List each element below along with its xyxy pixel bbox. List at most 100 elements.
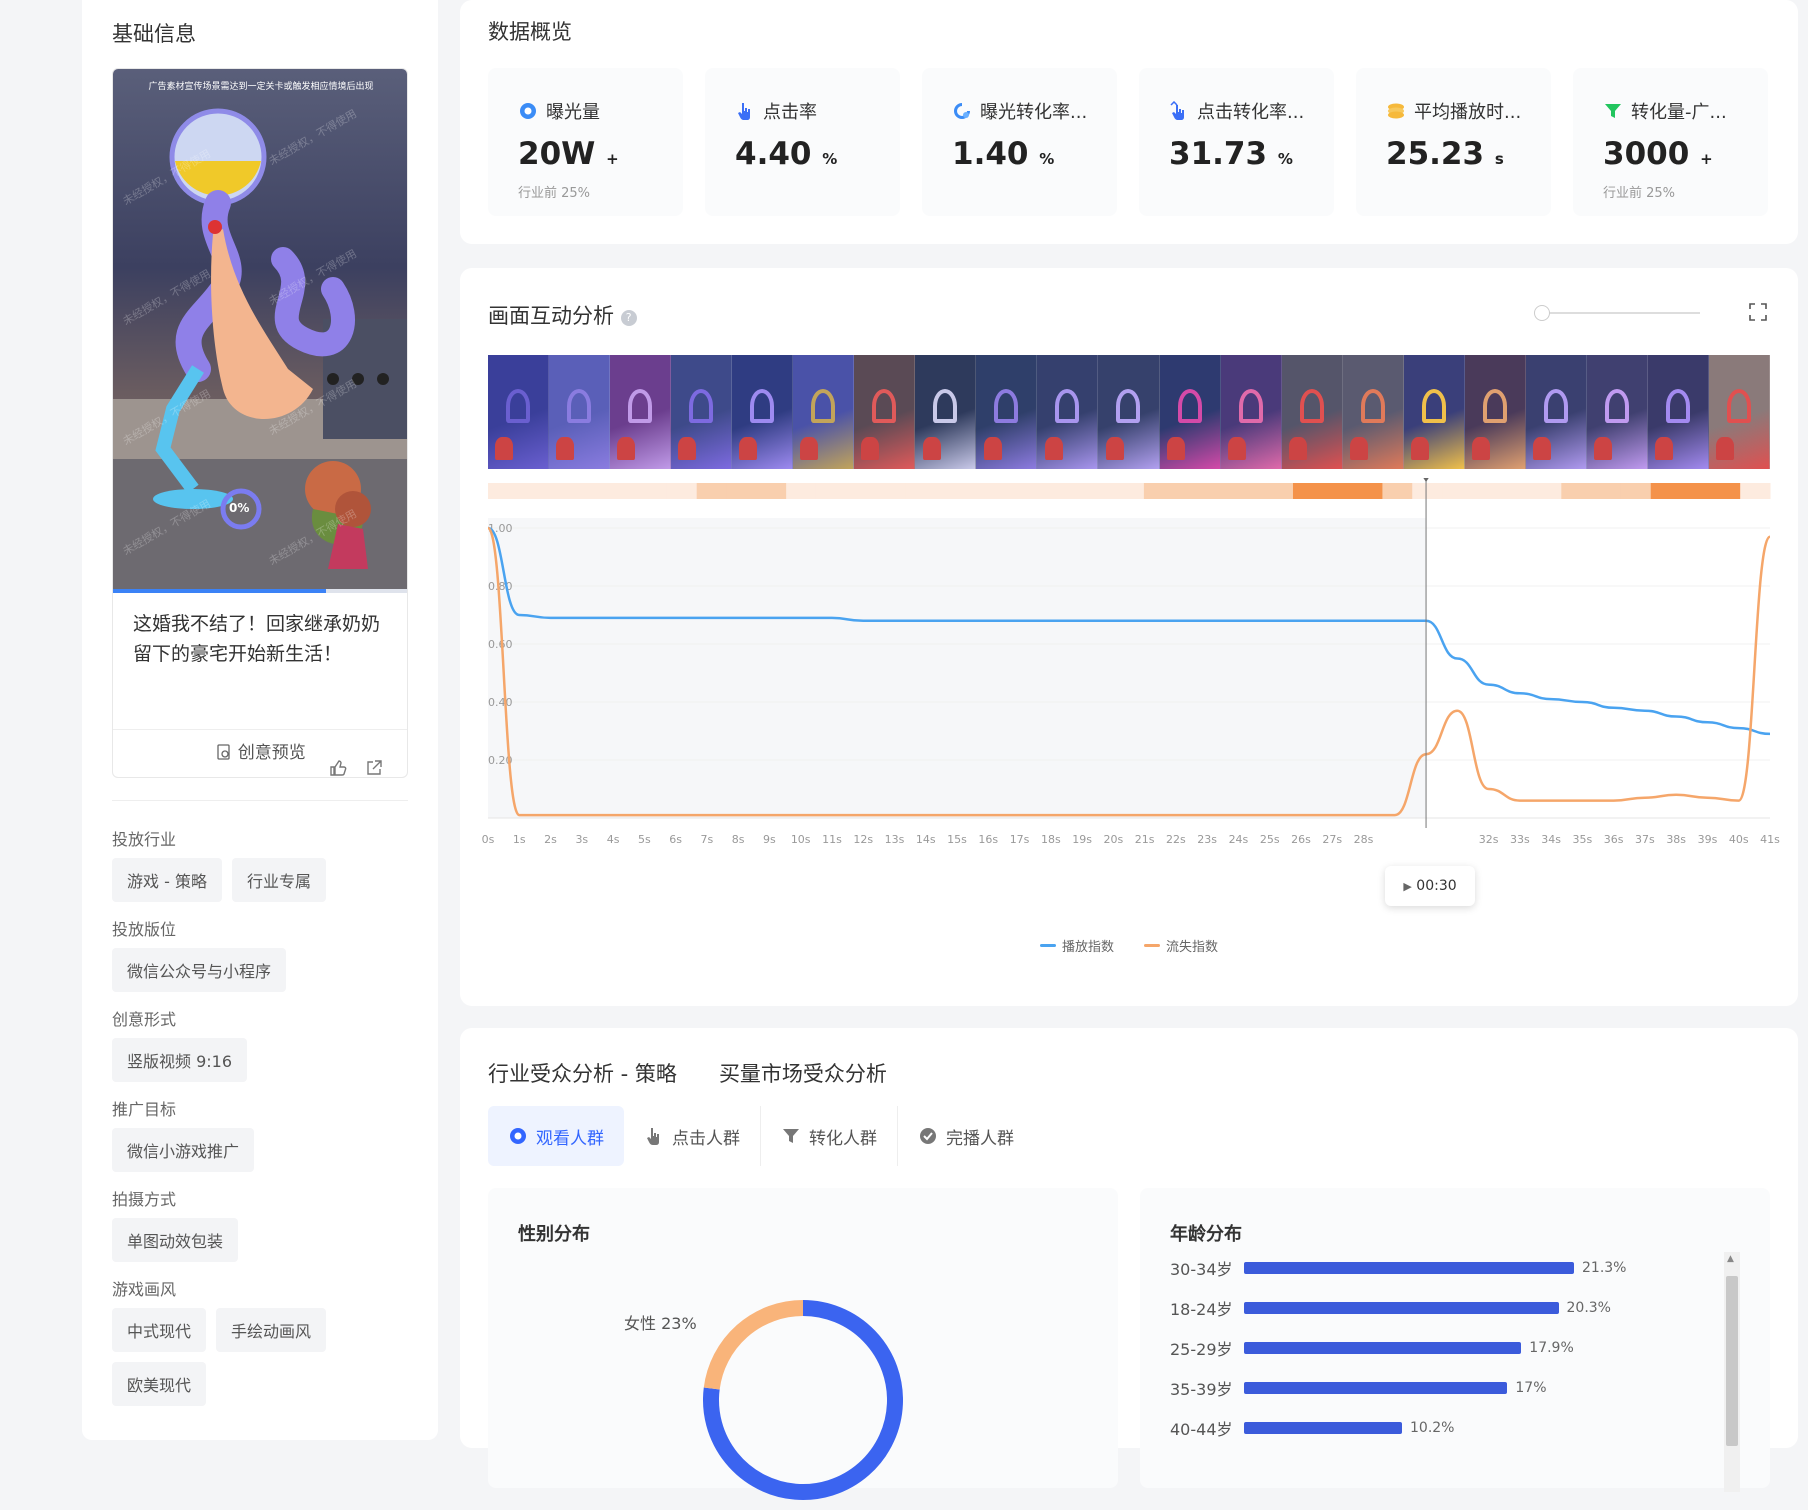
heat-strip-cell[interactable] xyxy=(1561,483,1592,499)
heat-strip-cell[interactable] xyxy=(994,483,1026,499)
video-frame[interactable] xyxy=(793,355,855,469)
video-frame[interactable] xyxy=(1403,355,1465,469)
video-frame-strip[interactable] xyxy=(488,355,1770,469)
heat-strip-cell[interactable] xyxy=(1233,483,1264,499)
heat-strip-cell[interactable] xyxy=(935,483,966,499)
heat-strip-cell[interactable] xyxy=(786,483,817,499)
heat-strip-cell[interactable] xyxy=(905,483,936,499)
kpi-card[interactable]: 点击率 4.40 % xyxy=(705,68,900,216)
video-frame[interactable] xyxy=(1037,355,1099,469)
heat-strip-cell[interactable] xyxy=(1412,483,1443,499)
zoom-slider-handle[interactable] xyxy=(1534,305,1550,321)
video-frame[interactable] xyxy=(1525,355,1587,469)
heat-strip-cell[interactable] xyxy=(1531,483,1562,499)
heat-strip-cell[interactable] xyxy=(1382,483,1413,499)
video-frame[interactable] xyxy=(732,355,794,469)
playhead-cursor-marker[interactable] xyxy=(1422,478,1430,482)
age-row[interactable]: 18-24岁 20.3% xyxy=(1170,1296,1611,1320)
interaction-line-chart[interactable]: 1.000.800.600.400.200s 1s 2s 3s 4s 5s 6s 7s 8s 9s… xyxy=(460,478,1798,878)
heat-strip-cell[interactable] xyxy=(1352,483,1383,499)
legend-item-loss[interactable]: 流失指数 xyxy=(1144,936,1218,955)
heat-strip-cell[interactable] xyxy=(696,483,728,499)
segment-tab-0[interactable]: 观看人群 xyxy=(488,1106,624,1166)
heat-strip-cell[interactable] xyxy=(1740,483,1771,499)
video-frame[interactable] xyxy=(1342,355,1404,469)
video-frame[interactable] xyxy=(1220,355,1282,469)
creative-preview-button[interactable]: 创意预览 xyxy=(113,729,407,777)
tag[interactable]: 中式现代 xyxy=(112,1308,207,1352)
video-frame[interactable] xyxy=(915,355,977,469)
video-frame[interactable] xyxy=(976,355,1038,469)
tag[interactable]: 游戏 - 策略 xyxy=(112,858,222,902)
video-frame[interactable] xyxy=(1159,355,1221,469)
video-frame[interactable] xyxy=(1464,355,1526,469)
video-frame[interactable] xyxy=(1586,355,1648,469)
heat-strip-cell[interactable] xyxy=(666,483,698,499)
age-list-scrollbar[interactable]: ▲ xyxy=(1724,1252,1740,1492)
creative-card[interactable]: 广告素材宣传场景需达到一定关卡或触发相应情境后出现 未经授权，不得使用 未经授权… xyxy=(112,68,408,778)
age-row[interactable]: 35-39岁 17% xyxy=(1170,1376,1547,1400)
kpi-card[interactable]: 平均播放时... 25.23 s xyxy=(1356,68,1551,216)
heat-strip-cell[interactable] xyxy=(1501,483,1532,499)
heat-strip-cell[interactable] xyxy=(1143,483,1175,499)
heat-strip-cell[interactable] xyxy=(517,483,549,499)
heat-strip-cell[interactable] xyxy=(1442,483,1473,499)
heat-strip-cell[interactable] xyxy=(845,483,877,499)
legend-item-play[interactable]: 播放指数 xyxy=(1039,936,1114,955)
fullscreen-icon[interactable] xyxy=(1748,302,1768,326)
scroll-up-icon[interactable]: ▲ xyxy=(1727,1254,1734,1264)
heat-strip-cell[interactable] xyxy=(1292,483,1324,499)
tag[interactable]: 手绘动画风 xyxy=(216,1308,327,1352)
video-frame[interactable] xyxy=(1647,355,1709,469)
age-bar[interactable] xyxy=(1244,1302,1559,1314)
tag[interactable]: 微信公众号与小程序 xyxy=(112,948,287,992)
heat-strip-cell[interactable] xyxy=(1680,483,1711,499)
age-bar[interactable] xyxy=(1244,1422,1402,1434)
tab-industry-audience[interactable]: 行业受众分析 - 策略 xyxy=(488,1058,677,1088)
age-bar[interactable] xyxy=(1244,1262,1574,1274)
video-frame[interactable] xyxy=(488,355,550,469)
heat-strip-cell[interactable] xyxy=(1263,483,1294,499)
tag[interactable]: 行业专属 xyxy=(231,858,326,902)
tag[interactable]: 竖版视频 9:16 xyxy=(112,1038,248,1082)
heat-strip-cell[interactable] xyxy=(1322,483,1354,499)
age-row[interactable]: 25-29岁 17.9% xyxy=(1170,1336,1574,1360)
female-slice[interactable] xyxy=(703,1300,804,1390)
heat-strip-cell[interactable] xyxy=(577,483,608,499)
age-bar[interactable] xyxy=(1244,1382,1508,1394)
heat-strip-cell[interactable] xyxy=(1024,483,1055,499)
kpi-card[interactable]: 点击转化率... 31.73 % xyxy=(1139,68,1334,216)
heat-strip-cell[interactable] xyxy=(815,483,847,499)
heat-strip-cell[interactable] xyxy=(1471,483,1503,499)
heat-strip-cell[interactable] xyxy=(1054,483,1085,499)
kpi-card[interactable]: 曝光量 20W + 行业前 25% xyxy=(488,68,683,216)
video-frame[interactable] xyxy=(854,355,916,469)
zoom-slider[interactable] xyxy=(1534,305,1700,321)
heat-strip-cell[interactable] xyxy=(875,483,906,499)
heat-strip-cell[interactable] xyxy=(1650,483,1682,499)
video-frame[interactable] xyxy=(1708,355,1770,469)
video-frame[interactable] xyxy=(1098,355,1160,469)
age-row[interactable]: 40-44岁 10.2% xyxy=(1170,1416,1454,1440)
heat-strip-cell[interactable] xyxy=(1591,483,1622,499)
video-frame[interactable] xyxy=(549,355,611,469)
heat-strip-cell[interactable] xyxy=(756,483,787,499)
heat-strip-cell[interactable] xyxy=(1173,483,1205,499)
heat-strip-cell[interactable] xyxy=(1203,483,1234,499)
video-frame[interactable] xyxy=(610,355,672,469)
kpi-card[interactable]: 转化量-广... 3000 + 行业前 25% xyxy=(1573,68,1768,216)
age-row[interactable]: 30-34岁 21.3% xyxy=(1170,1256,1626,1280)
heat-strip-cell[interactable] xyxy=(607,483,638,499)
scrollbar-thumb[interactable] xyxy=(1726,1276,1738,1446)
heat-strip-cell[interactable] xyxy=(1620,483,1652,499)
heat-strip-cell[interactable] xyxy=(637,483,668,499)
heat-strip-cell[interactable] xyxy=(1114,483,1145,499)
help-icon[interactable]: ? xyxy=(620,310,637,326)
creative-video-thumbnail[interactable]: 广告素材宣传场景需达到一定关卡或触发相应情境后出现 未经授权，不得使用 未经授权… xyxy=(113,69,407,591)
video-progress-bar[interactable] xyxy=(113,589,407,593)
segment-tab-3[interactable]: 完播人群 xyxy=(898,1106,1034,1166)
tag[interactable]: 单图动效包装 xyxy=(112,1218,239,1262)
age-bar[interactable] xyxy=(1244,1342,1522,1354)
video-frame[interactable] xyxy=(1281,355,1343,469)
tag[interactable]: 微信小游戏推广 xyxy=(112,1128,255,1172)
